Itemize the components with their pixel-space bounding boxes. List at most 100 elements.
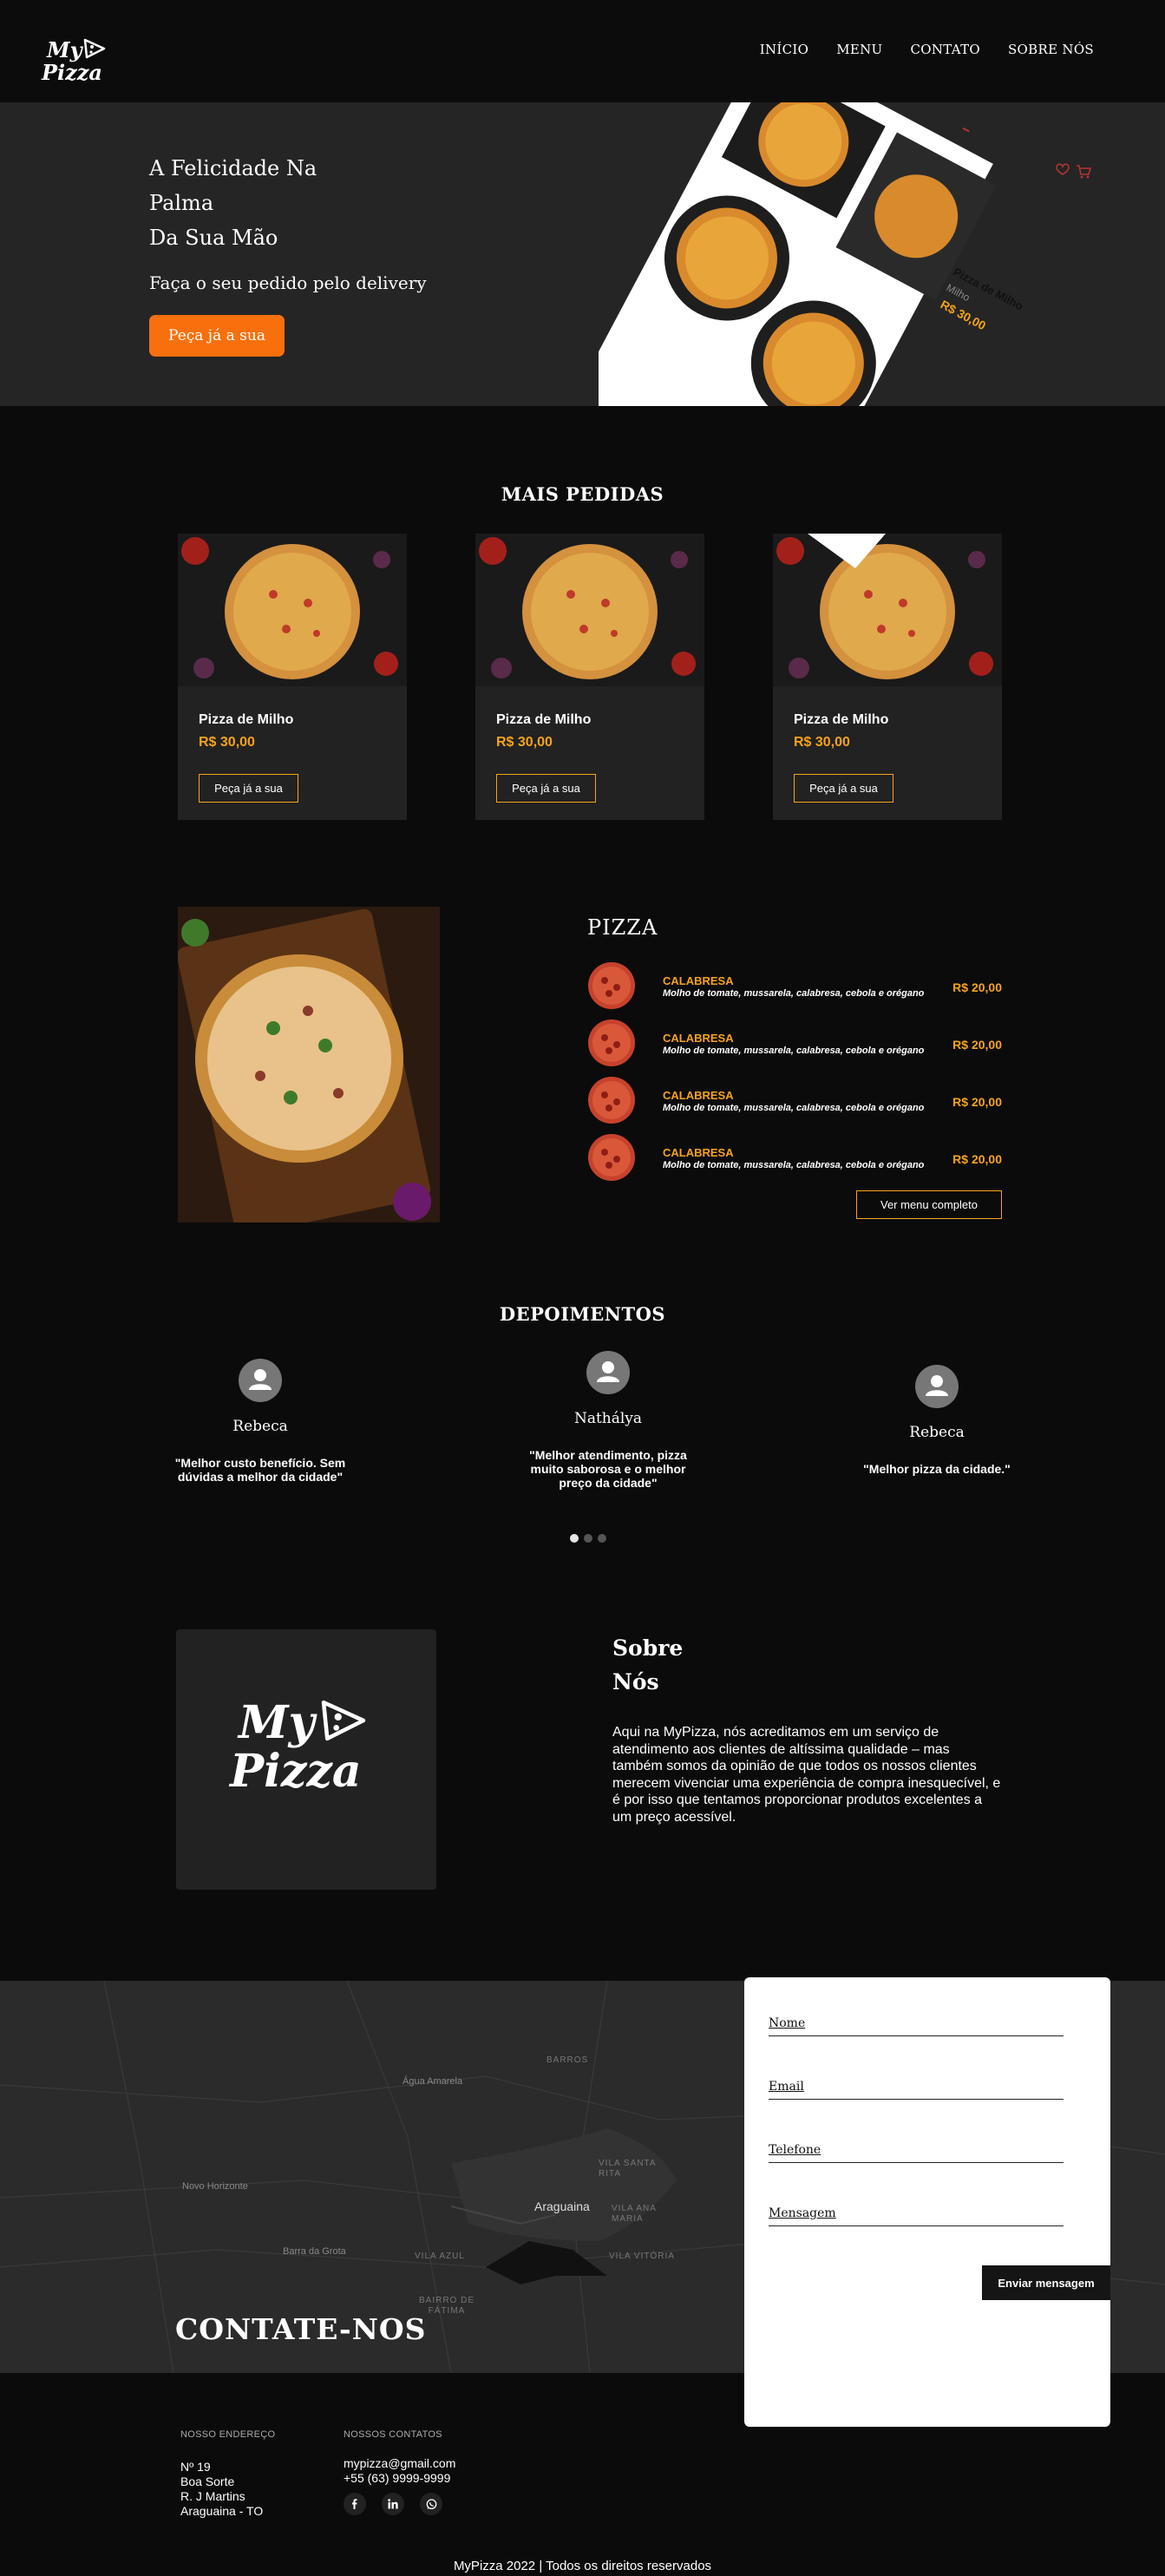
product-image bbox=[178, 534, 407, 686]
nav-contato[interactable]: CONTATO bbox=[910, 42, 980, 57]
copyright: MyPizza 2022 | Todos os direitos reserva… bbox=[453, 2559, 712, 2573]
footer-phone[interactable]: +55 (63) 9999-9999 bbox=[344, 2471, 450, 2486]
testimonial-quote: "Melhor custo benefício. Sem dúvidas a m… bbox=[174, 1456, 346, 1484]
phone-field-label: Telefone bbox=[769, 2143, 821, 2157]
about-title-line-2: Nós bbox=[612, 1669, 659, 1694]
product-image bbox=[475, 534, 704, 686]
footer-address-heading: NOSSO ENDEREÇO bbox=[180, 2429, 276, 2440]
heart-icon[interactable] bbox=[1056, 163, 1070, 175]
hero-section: A Felicidade Na Palma Da Sua Mão Faça o … bbox=[0, 102, 1165, 406]
hero-order-button[interactable]: Peça já a sua bbox=[149, 315, 285, 357]
user-avatar-icon bbox=[915, 1365, 959, 1408]
footer-address-line: Nº 19 bbox=[180, 2460, 211, 2474]
name-field-label: Nome bbox=[769, 2016, 806, 2030]
menu-item[interactable]: CALABRESA Molho de tomate, mussarela, ca… bbox=[587, 1019, 1002, 1071]
product-card: Pizza de Milho R$ 30,00 Peça já a sua bbox=[475, 534, 704, 820]
map-label: VILA SANTA RITA bbox=[599, 2159, 656, 2179]
menu-item-name: CALABRESA bbox=[663, 1146, 734, 1159]
product-order-button[interactable]: Peça já a sua bbox=[199, 774, 298, 803]
pizza-thumbnail bbox=[588, 1019, 635, 1066]
logo-text-my: My bbox=[239, 1696, 315, 1749]
menu-item-name: CALABRESA bbox=[663, 1032, 734, 1045]
menu-item-name: CALABRESA bbox=[663, 1089, 734, 1102]
nav-sobre-nos[interactable]: SOBRE NÓS bbox=[1008, 42, 1094, 57]
message-field[interactable]: Mensagem bbox=[769, 2206, 1064, 2226]
menu-item-price: R$ 20,00 bbox=[952, 1095, 1002, 1109]
carousel-dot-3[interactable] bbox=[598, 1534, 606, 1543]
nav-inicio[interactable]: INÍCIO bbox=[760, 42, 808, 57]
logo-text-pizza: Pizza bbox=[230, 1745, 362, 1798]
menu-item-description: Molho de tomate, mussarela, calabresa, c… bbox=[663, 988, 925, 999]
pizza-thumbnail bbox=[588, 1134, 635, 1181]
product-card: Pizza de Milho R$ 30,00 Peça já a sua bbox=[178, 534, 407, 820]
carousel-dot-1[interactable] bbox=[570, 1534, 579, 1543]
testimonial-name: Nathályа bbox=[573, 1410, 643, 1427]
menu-item[interactable]: CALABRESA Molho de tomate, mussarela, ca… bbox=[587, 961, 1002, 1013]
message-field-label: Mensagem bbox=[769, 2206, 836, 2220]
product-price: R$ 30,00 bbox=[199, 735, 255, 750]
email-field-label: Email bbox=[769, 2080, 804, 2094]
map-label-city: Araguaina bbox=[534, 2199, 590, 2213]
map-label: Barra da Grota bbox=[283, 2246, 346, 2257]
logo-text-my: My bbox=[47, 37, 82, 62]
footer-email[interactable]: mypizza@gmail.com bbox=[344, 2456, 455, 2471]
cart-icon[interactable] bbox=[1076, 165, 1091, 179]
user-avatar-icon bbox=[239, 1359, 282, 1402]
testimonial-card: Rebeca "Melhor custo benefício. Sem dúvi… bbox=[152, 1359, 369, 1484]
product-order-button[interactable]: Peça já a sua bbox=[496, 774, 596, 803]
featured-title: MAIS PEDIDAS bbox=[501, 483, 664, 505]
user-avatar-icon bbox=[586, 1351, 630, 1394]
testimonials-title: DEPOIMENTOS bbox=[499, 1303, 666, 1325]
menu-item-price: R$ 20,00 bbox=[952, 1038, 1002, 1052]
product-card: Pizza de Milho R$ 30,00 Peça já a sua bbox=[773, 534, 1002, 820]
product-price: R$ 30,00 bbox=[794, 735, 850, 750]
menu-item-name: CALABRESA bbox=[663, 974, 734, 987]
phone-field[interactable]: Telefone bbox=[769, 2142, 1064, 2163]
logo[interactable]: My Pizza bbox=[42, 36, 111, 88]
map-label: VILA ANA MARIA bbox=[612, 2204, 657, 2224]
testimonial-card: Rebeca "Melhor pizza da cidade." bbox=[828, 1365, 1045, 1476]
about-title-line-1: Sobre bbox=[612, 1635, 684, 1661]
nav-menu[interactable]: MENU bbox=[836, 42, 882, 57]
map-label: Novo Horizonte bbox=[182, 2181, 248, 2192]
pizza-thumbnail bbox=[588, 1077, 635, 1124]
name-field[interactable]: Nome bbox=[769, 2016, 1064, 2036]
menu-title: PIZZA bbox=[587, 915, 658, 940]
contact-form: Nome Email Telefone Mensagem bbox=[744, 1977, 1110, 2427]
facebook-icon[interactable] bbox=[344, 2493, 366, 2515]
product-name: Pizza de Milho bbox=[794, 712, 889, 727]
menu-item[interactable]: CALABRESA Molho de tomate, mussarela, ca… bbox=[587, 1133, 1002, 1185]
testimonial-name: Rebeca bbox=[909, 1424, 965, 1441]
testimonial-card: Nathályа "Melhor atendimento, pizza muit… bbox=[500, 1351, 717, 1490]
product-order-button[interactable]: Peça já a sua bbox=[794, 774, 893, 803]
whatsapp-icon[interactable] bbox=[420, 2493, 442, 2515]
footer-address-line: Boa Sorte bbox=[180, 2474, 235, 2488]
hero-title-line-1: A Felicidade Na bbox=[149, 156, 317, 180]
menu-item[interactable]: CALABRESA Molho de tomate, mussarela, ca… bbox=[587, 1076, 1002, 1128]
about-text: Aqui na MyPizza, nós acreditamos em um s… bbox=[612, 1725, 1001, 1825]
product-name: Pizza de Milho bbox=[496, 712, 592, 727]
product-image bbox=[773, 534, 1002, 686]
product-price: R$ 30,00 bbox=[496, 735, 553, 750]
mockup-product-price: R$ 30,00 bbox=[939, 298, 989, 333]
footer-address-line: R. J Martins bbox=[180, 2489, 245, 2503]
site-header: My Pizza INÍCIO MENU CONTATO SOBRE NÓS bbox=[0, 0, 1165, 102]
email-field[interactable]: Email bbox=[769, 2079, 1064, 2100]
testimonial-quote: "Melhor pizza da cidade." bbox=[863, 1462, 1011, 1476]
pizza-thumbnail bbox=[588, 962, 635, 1009]
menu-item-description: Molho de tomate, mussarela, calabresa, c… bbox=[663, 1103, 925, 1113]
testimonial-quote: "Melhor atendimento, pizza muito saboros… bbox=[529, 1448, 687, 1490]
send-message-button[interactable]: Enviar mensagem bbox=[982, 2265, 1110, 2300]
phone-app-mockup: Pizza de Milho Milho R$ 30,00 bbox=[599, 102, 1025, 406]
map-label: BARROS bbox=[547, 2055, 589, 2065]
pizza-slice-icon bbox=[321, 1700, 366, 1741]
logo-text-pizza: Pizza bbox=[42, 60, 102, 85]
linkedin-icon[interactable] bbox=[382, 2493, 404, 2515]
full-menu-button[interactable]: Ver menu completo bbox=[856, 1190, 1002, 1219]
footer-contacts-heading: NOSSOS CONTATOS bbox=[344, 2429, 442, 2440]
carousel-dot-2[interactable] bbox=[584, 1534, 592, 1543]
hero-title-line-3: Da Sua Mão bbox=[149, 226, 278, 250]
menu-item-description: Molho de tomate, mussarela, calabresa, c… bbox=[663, 1045, 925, 1056]
testimonial-name: Rebeca bbox=[232, 1418, 288, 1435]
main-nav: INÍCIO MENU CONTATO SOBRE NÓS bbox=[760, 42, 1094, 57]
